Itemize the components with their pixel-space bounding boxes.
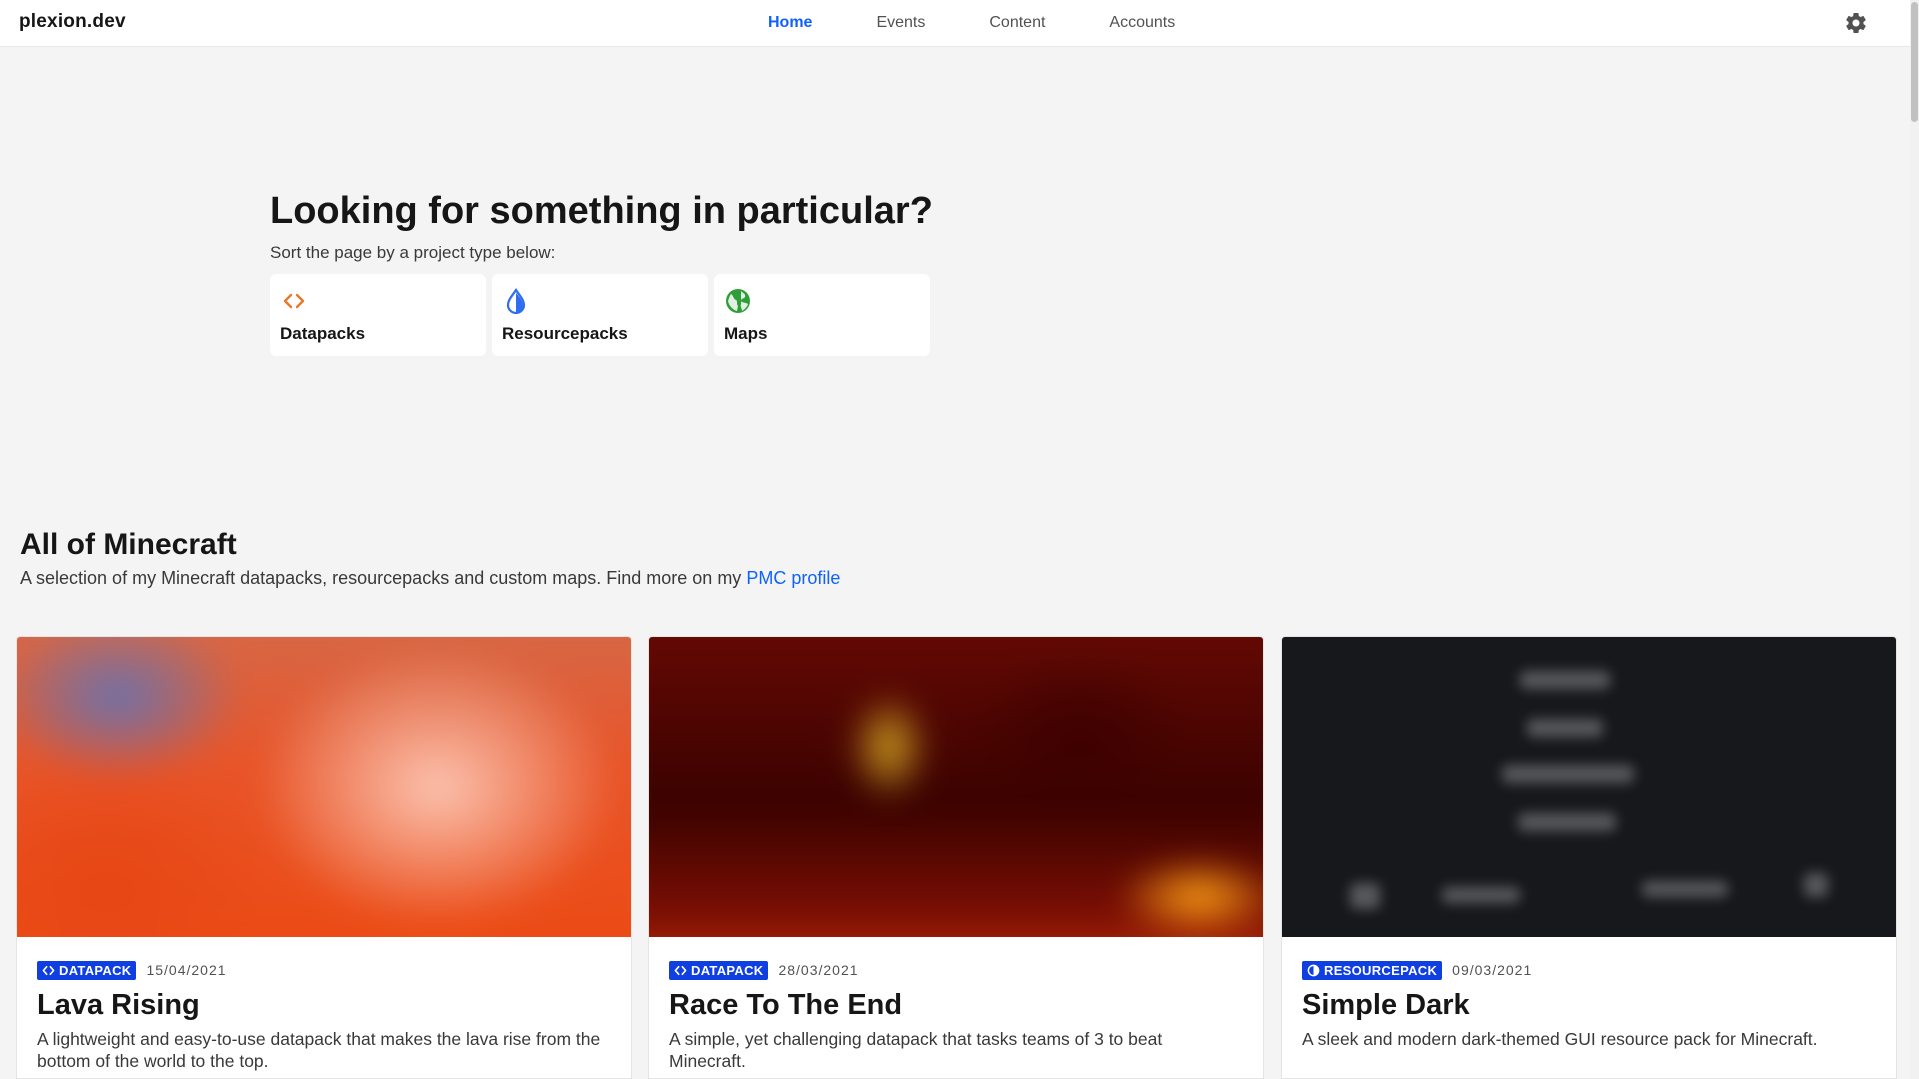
code-brackets-icon bbox=[283, 293, 305, 309]
card-title: Race To The End bbox=[669, 989, 903, 1021]
filter-maps[interactable]: Maps bbox=[714, 274, 930, 356]
gear-icon bbox=[1846, 13, 1866, 33]
section-description-text: A selection of my Minecraft datapacks, r… bbox=[20, 568, 747, 588]
hero-title: Looking for something in particular? bbox=[270, 190, 933, 232]
card-date: 09/03/2021 bbox=[1452, 962, 1533, 978]
badge-label: DATAPACK bbox=[59, 962, 132, 978]
section-title: All of Minecraft bbox=[20, 528, 237, 561]
main-nav: Home Events Content Accounts bbox=[736, 0, 1207, 46]
card-description: A lightweight and easy-to-use datapack t… bbox=[37, 1029, 601, 1071]
brand-logo[interactable]: plexion.dev bbox=[19, 11, 126, 33]
card-description: A simple, yet challenging datapack that … bbox=[669, 1029, 1163, 1071]
nav-home[interactable]: Home bbox=[736, 0, 844, 46]
type-badge: DATAPACK bbox=[669, 960, 769, 980]
code-brackets-icon bbox=[674, 965, 687, 975]
section-description: A selection of my Minecraft datapacks, r… bbox=[20, 568, 840, 589]
nav-accounts[interactable]: Accounts bbox=[1077, 0, 1207, 46]
card-date: 15/04/2021 bbox=[146, 962, 227, 978]
project-type-filters: Datapacks Resourcepacks Maps bbox=[270, 274, 930, 356]
page-scrollbar[interactable] bbox=[1910, 0, 1919, 1079]
top-navbar: plexion.dev Home Events Content Accounts bbox=[0, 0, 1910, 47]
droplet-icon bbox=[1307, 964, 1320, 976]
filter-label: Resourcepacks bbox=[502, 324, 628, 343]
type-badge: DATAPACK bbox=[37, 960, 137, 980]
filter-label: Datapacks bbox=[280, 324, 366, 343]
project-card[interactable]: DATAPACK 28/03/2021 Race To The End A si… bbox=[648, 636, 1264, 1079]
hero-subtitle: Sort the page by a project type below: bbox=[270, 243, 556, 262]
filter-datapacks[interactable]: Datapacks bbox=[270, 274, 486, 356]
droplet-icon bbox=[506, 288, 526, 315]
badge-label: DATAPACK bbox=[691, 962, 764, 978]
card-title: Simple Dark bbox=[1302, 989, 1470, 1021]
card-description: A sleek and modern dark-themed GUI resou… bbox=[1302, 1029, 1818, 1049]
type-badge: RESOURCEPACK bbox=[1302, 960, 1443, 980]
card-thumbnail bbox=[1282, 637, 1896, 937]
settings-button[interactable] bbox=[1844, 11, 1868, 35]
nav-content[interactable]: Content bbox=[957, 0, 1077, 46]
code-brackets-icon bbox=[42, 965, 55, 975]
filter-resourcepacks[interactable]: Resourcepacks bbox=[492, 274, 708, 356]
card-thumbnail bbox=[17, 637, 631, 937]
project-card[interactable]: DATAPACK 15/04/2021 Lava Rising A lightw… bbox=[16, 636, 632, 1079]
pmc-profile-link[interactable]: PMC profile bbox=[746, 568, 840, 588]
card-thumbnail bbox=[649, 637, 1263, 937]
scrollbar-thumb[interactable] bbox=[1911, 2, 1918, 122]
globe-icon bbox=[726, 289, 750, 313]
badge-label: RESOURCEPACK bbox=[1324, 962, 1438, 978]
card-date: 28/03/2021 bbox=[778, 962, 859, 978]
nav-events[interactable]: Events bbox=[844, 0, 957, 46]
card-title: Lava Rising bbox=[37, 989, 200, 1021]
filter-label: Maps bbox=[724, 324, 768, 343]
project-card[interactable]: RESOURCEPACK 09/03/2021 Simple Dark A sl… bbox=[1281, 636, 1897, 1079]
